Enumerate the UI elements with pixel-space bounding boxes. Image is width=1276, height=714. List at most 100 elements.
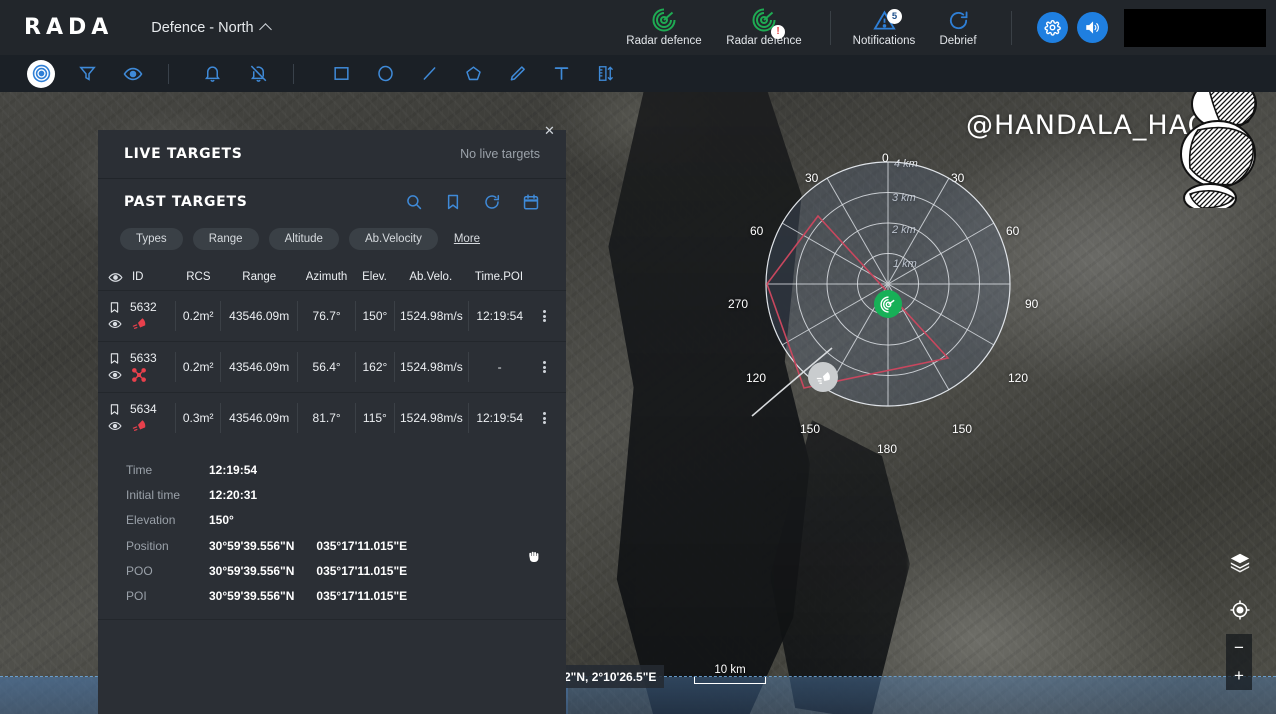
radar-azimuth-label-120b: 120: [1008, 371, 1028, 385]
radar-azimuth-label-120a: 120: [746, 371, 766, 385]
row-id-block: 5632: [104, 300, 175, 332]
notifications-button[interactable]: 5 Notifications: [847, 9, 921, 47]
bell-off-icon: [249, 64, 268, 83]
row-menu-button[interactable]: [531, 309, 558, 324]
target-radar-icon: [32, 64, 51, 83]
eye-icon: [108, 270, 123, 285]
filter-icon: [78, 64, 97, 83]
radar-azimuth-label-150a: 150: [800, 422, 820, 436]
rectangle-icon: [332, 64, 351, 83]
circle-icon: [376, 64, 395, 83]
tool-polygon[interactable]: [454, 55, 492, 92]
past-targets-header: PAST TARGETS: [98, 179, 566, 225]
chip-types[interactable]: Types: [120, 228, 183, 250]
close-panel-button[interactable]: ✕: [540, 121, 559, 140]
bookmark-icon: [444, 193, 462, 211]
row-bookmark-row: 5633: [108, 351, 175, 365]
radar-polar-plot: [766, 162, 1010, 406]
detail-poo-label: POO: [126, 564, 209, 578]
tool-circle[interactable]: [366, 55, 404, 92]
eye-icon: [123, 64, 143, 84]
sound-button[interactable]: [1077, 12, 1108, 43]
past-targets-title: PAST TARGETS: [124, 194, 247, 210]
detail-time: Time 12:19:54: [126, 457, 540, 482]
detail-position: Position 30°59'39.556"N 035°17'11.015"E: [126, 533, 540, 558]
radar-azimuth-label-60a: 60: [750, 224, 763, 238]
tool-line[interactable]: [410, 55, 448, 92]
radar-defence-item-1[interactable]: Radar defence: [614, 8, 714, 47]
row-range-2: 43546.09m: [221, 360, 298, 374]
row-velocity-1: 1524.98m/s: [395, 309, 468, 323]
bookmark-icon[interactable]: [108, 403, 121, 416]
detail-poi-lon: 035°17'11.015"E: [316, 589, 407, 603]
refresh-button[interactable]: [483, 193, 501, 211]
row-menu-button[interactable]: [531, 411, 558, 426]
zoom-out-button[interactable]: −: [1226, 634, 1252, 662]
chevron-up-icon: [259, 23, 272, 36]
radar-alert-badge: !: [771, 25, 785, 39]
filter-chips: Types Range Altitude Ab.Velocity More: [98, 225, 566, 253]
eye-icon[interactable]: [108, 317, 122, 331]
row-id-2: 5633: [130, 351, 157, 365]
app-logo: RADA: [24, 15, 113, 40]
volume-icon: [1084, 19, 1101, 36]
detail-time-label: Time: [126, 463, 209, 477]
notifications-count-badge: 5: [887, 9, 902, 24]
live-targets-status: No live targets: [460, 147, 540, 161]
text-icon: [552, 64, 571, 83]
bookmark-icon[interactable]: [108, 301, 121, 314]
pencil-icon: [508, 64, 527, 83]
radar-azimuth-label-90: 90: [1025, 297, 1038, 311]
detail-poi-label: POI: [126, 589, 209, 603]
chip-altitude[interactable]: Altitude: [269, 228, 339, 250]
radar-target-marker[interactable]: [808, 362, 838, 392]
layers-button[interactable]: [1229, 551, 1251, 573]
column-range: Range: [221, 271, 298, 283]
locate-button[interactable]: [1229, 599, 1251, 621]
map-scale-ruler: [694, 677, 766, 684]
header-divider-2: [1011, 11, 1012, 45]
settings-button[interactable]: [1037, 12, 1068, 43]
tool-draw[interactable]: [498, 55, 536, 92]
row-icon-row: [108, 418, 175, 434]
column-visibility-icon: [104, 270, 128, 285]
radar-defence-item-2[interactable]: ! Radar defence: [714, 8, 814, 47]
tool-alerts-off[interactable]: [239, 55, 277, 92]
eye-icon[interactable]: [108, 368, 122, 382]
app-header: RADA Defence - North Radar defence: [0, 0, 1276, 55]
tool-filter[interactable]: [68, 55, 106, 92]
search-button[interactable]: [405, 193, 423, 211]
detail-poo-lat: 30°59'39.556"N: [209, 564, 294, 578]
eye-icon[interactable]: [108, 419, 122, 433]
more-filters-link[interactable]: More: [454, 233, 480, 245]
bookmark-icon[interactable]: [108, 352, 121, 365]
tool-visibility[interactable]: [114, 55, 152, 92]
row-menu-button[interactable]: [531, 360, 558, 375]
header-divider-1: [830, 11, 831, 45]
zoom-in-button[interactable]: +: [1226, 662, 1252, 690]
tool-rectangle[interactable]: [322, 55, 360, 92]
tool-text[interactable]: [542, 55, 580, 92]
detail-poo: POO 30°59'39.556"N 035°17'11.015"E: [126, 558, 540, 583]
row-elevation-1: 150°: [356, 309, 394, 323]
table-row[interactable]: 5632 0.2m² 43546.09m: [98, 290, 566, 341]
bookmarks-button[interactable]: [444, 193, 462, 211]
chip-ab-velocity[interactable]: Ab.Velocity: [349, 228, 438, 250]
debrief-button[interactable]: Debrief: [921, 9, 995, 47]
rocket-icon: [131, 316, 147, 332]
calendar-button[interactable]: [522, 193, 540, 211]
workspace-selector[interactable]: Defence - North: [151, 20, 269, 36]
tool-target-radar[interactable]: [22, 55, 60, 92]
row-id-1: 5632: [130, 300, 157, 314]
tool-measure[interactable]: [586, 55, 624, 92]
detail-elevation-value: 150°: [209, 513, 234, 527]
chip-range[interactable]: Range: [193, 228, 259, 250]
tool-alerts-on[interactable]: [193, 55, 231, 92]
row-elevation-2: 162°: [356, 360, 394, 374]
table-row[interactable]: 5633 0.2m² 43546.0: [98, 341, 566, 392]
table-row[interactable]: 5634 0.3m² 43546.09m: [98, 392, 566, 443]
radar-station-icon: [874, 290, 902, 318]
detail-initial-time-value: 12:20:31: [209, 488, 257, 502]
row-time-2: -: [469, 360, 531, 374]
refresh-icon: [947, 9, 970, 32]
